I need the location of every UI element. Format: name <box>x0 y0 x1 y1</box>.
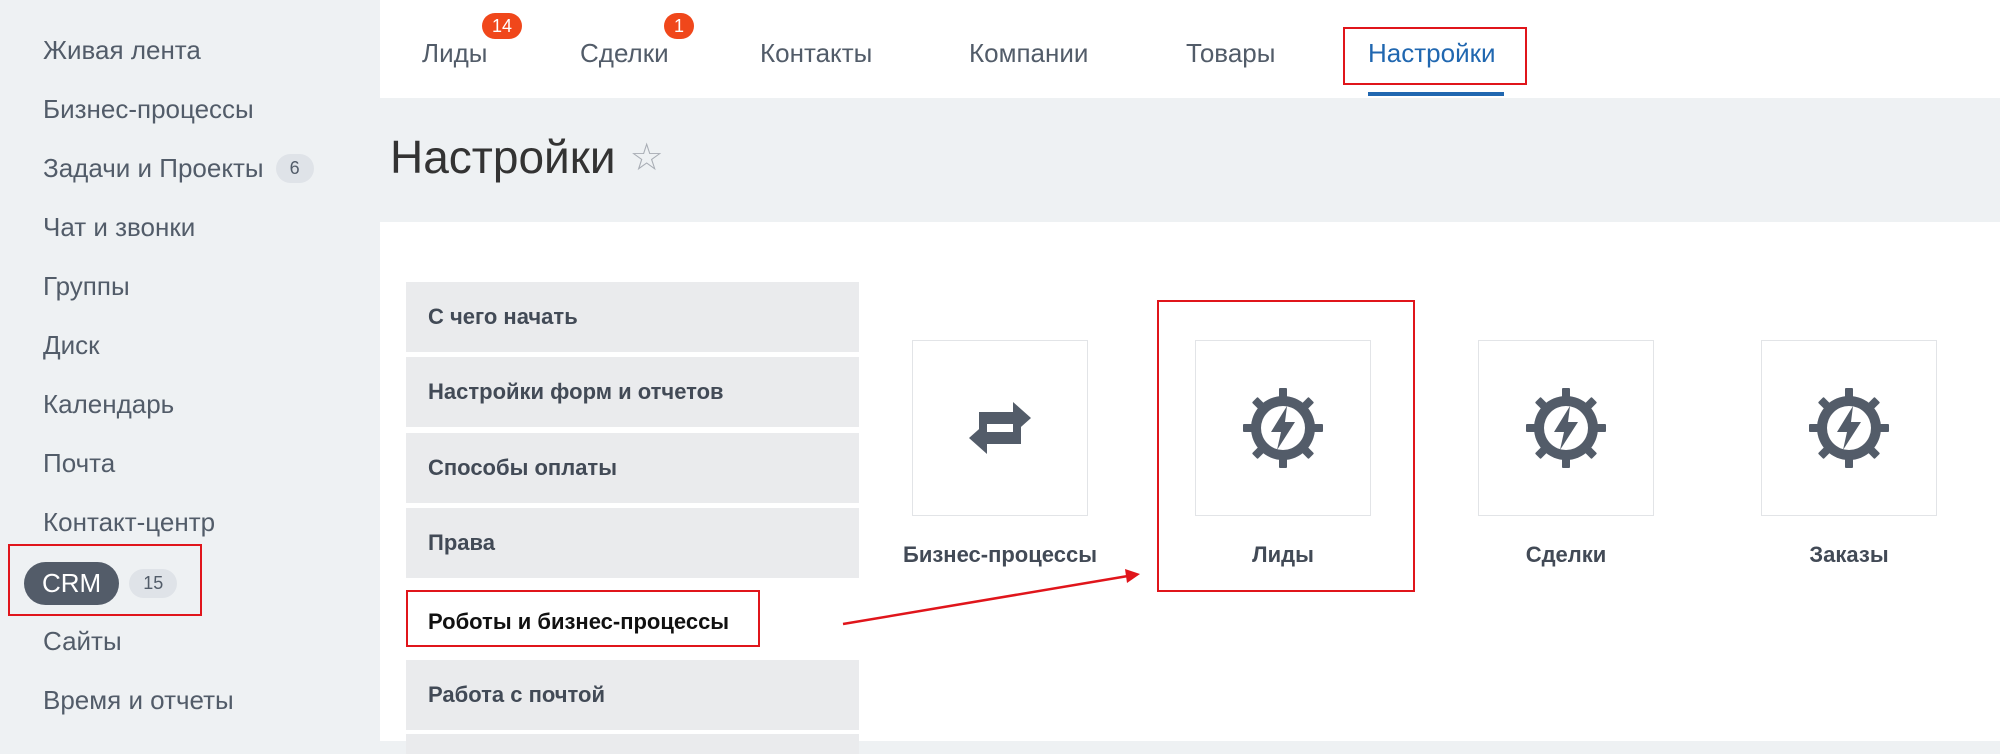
tile-label-business-processes: Бизнес-процессы <box>903 542 1097 567</box>
automation-gear-icon <box>1241 386 1325 470</box>
tile-deals[interactable] <box>1478 340 1654 516</box>
tile-label-deals: Сделки <box>1525 542 1607 567</box>
automation-gear-icon <box>1524 386 1608 470</box>
tile-label-orders: Заказы <box>1809 542 1889 567</box>
tile-orders[interactable] <box>1761 340 1937 516</box>
tile-business-processes[interactable] <box>912 340 1088 516</box>
automation-gear-icon <box>1807 386 1891 470</box>
refresh-icon <box>965 398 1035 458</box>
tile-leads[interactable] <box>1195 340 1371 516</box>
tile-label-leads: Лиды <box>1252 542 1314 567</box>
